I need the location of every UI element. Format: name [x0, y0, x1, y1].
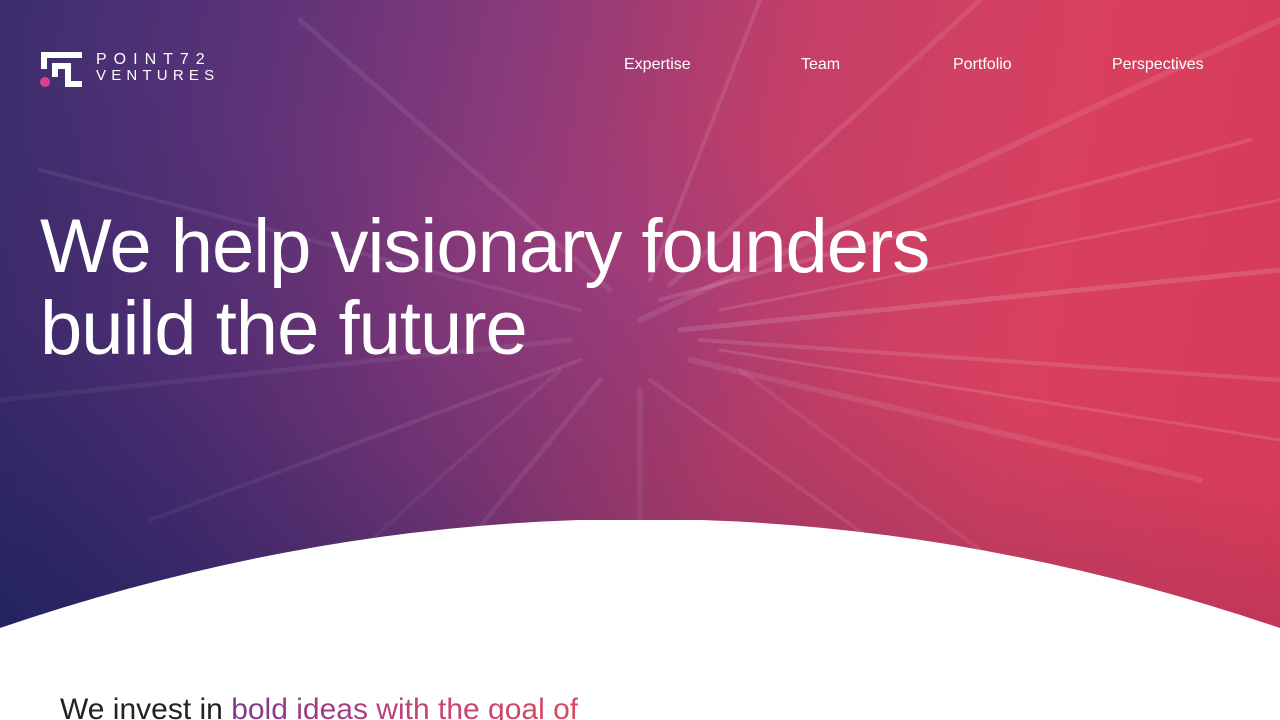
intro-text-accent: bold ideas with the goal of [231, 693, 578, 720]
nav-item-team[interactable]: Team [801, 55, 840, 75]
logo-dot-icon [40, 77, 50, 87]
hero-headline: We help visionary founders build the fut… [40, 206, 1000, 370]
intro-text: We invest in bold ideas with the goal of [60, 690, 860, 720]
nav-item-portfolio[interactable]: Portfolio [953, 55, 1012, 75]
intro-text-plain: We invest in [60, 693, 232, 720]
main-nav: Expertise Team Portfolio Perspectives [0, 55, 1280, 77]
nav-item-expertise[interactable]: Expertise [624, 55, 691, 75]
nav-item-perspectives[interactable]: Perspectives [1112, 55, 1204, 75]
hero-headline-line1: We help visionary founders [40, 204, 930, 289]
hero-headline-line2: build the future [40, 286, 528, 371]
